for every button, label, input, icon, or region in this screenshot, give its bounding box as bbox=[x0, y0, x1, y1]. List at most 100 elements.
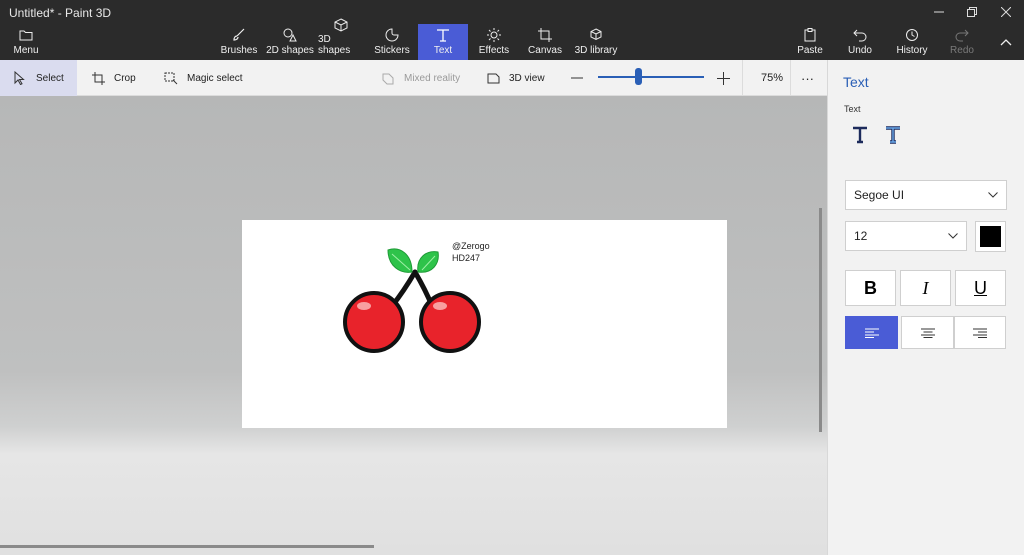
3d-view-label: 3D view bbox=[509, 72, 545, 84]
font-family-dropdown[interactable]: Segoe UI bbox=[845, 180, 1007, 210]
select-button[interactable]: Select bbox=[0, 60, 77, 96]
restore-button[interactable] bbox=[955, 0, 989, 24]
effects-button[interactable]: Effects bbox=[476, 24, 512, 60]
3d-shapes-button[interactable]: 3D shapes bbox=[318, 18, 364, 60]
history-icon bbox=[903, 27, 921, 43]
redo-label: Redo bbox=[950, 45, 974, 56]
2d-text-icon bbox=[853, 126, 867, 144]
ellipsis-icon: ··· bbox=[801, 70, 814, 86]
3d-library-button[interactable]: 3D library bbox=[574, 24, 618, 60]
magic-select-label: Magic select bbox=[187, 72, 243, 84]
font-family-value: Segoe UI bbox=[854, 188, 905, 202]
brush-icon bbox=[230, 27, 248, 43]
folder-icon bbox=[17, 27, 35, 43]
zoom-level[interactable]: 75% bbox=[761, 60, 783, 96]
underline-button[interactable]: U bbox=[955, 270, 1006, 306]
panel-subtitle: Text bbox=[844, 104, 861, 114]
collapse-ribbon-button[interactable] bbox=[994, 24, 1018, 60]
text-properties-panel: Text Text Segoe UI 12 B I U bbox=[827, 60, 1024, 555]
italic-button[interactable]: I bbox=[900, 270, 951, 306]
2d-shapes-button[interactable]: 2D shapes bbox=[266, 24, 314, 60]
menu-button[interactable]: Menu bbox=[6, 24, 46, 60]
drawing-canvas[interactable]: @Zerogo HD247 bbox=[242, 220, 727, 428]
brushes-button[interactable]: Brushes bbox=[218, 24, 260, 60]
brushes-label: Brushes bbox=[220, 45, 258, 56]
undo-label: Undo bbox=[848, 45, 872, 56]
3d-text-button[interactable] bbox=[882, 124, 904, 146]
close-icon bbox=[1001, 7, 1011, 17]
plus-icon bbox=[717, 71, 730, 85]
2d-text-button[interactable] bbox=[849, 124, 871, 146]
crop-icon bbox=[90, 70, 106, 86]
redo-button[interactable]: Redo bbox=[948, 24, 976, 60]
magic-select-button[interactable]: Magic select bbox=[163, 60, 243, 96]
magic-select-icon bbox=[163, 70, 179, 86]
redo-icon bbox=[953, 27, 971, 43]
menu-label: Menu bbox=[13, 45, 39, 56]
chevron-down-icon bbox=[988, 192, 998, 198]
window-title: Untitled* - Paint 3D bbox=[9, 6, 112, 20]
vertical-scrollbar[interactable] bbox=[819, 208, 822, 432]
paste-button[interactable]: Paste bbox=[796, 24, 824, 60]
effects-label: Effects bbox=[478, 45, 510, 56]
align-right-button[interactable] bbox=[954, 316, 1006, 349]
sub-toolbar: Select Crop Magic select Mixed reality 3… bbox=[0, 60, 827, 96]
font-size-value: 12 bbox=[854, 229, 868, 243]
zoom-out-button[interactable] bbox=[571, 60, 583, 96]
history-label: History bbox=[896, 45, 928, 56]
undo-icon bbox=[851, 27, 869, 43]
canvas-button[interactable]: Canvas bbox=[527, 24, 563, 60]
3d-view-button[interactable]: 3D view bbox=[485, 60, 545, 96]
3d-text-icon bbox=[886, 126, 900, 144]
history-button[interactable]: History bbox=[895, 24, 929, 60]
2d-shapes-icon bbox=[281, 27, 299, 43]
panel-title: Text bbox=[843, 74, 869, 90]
align-center-button[interactable] bbox=[901, 316, 954, 349]
cursor-icon bbox=[12, 70, 28, 86]
mixed-reality-label: Mixed reality bbox=[404, 72, 461, 84]
stickers-label: Stickers bbox=[374, 45, 410, 56]
horizontal-scrollbar[interactable] bbox=[0, 545, 374, 548]
paste-icon bbox=[801, 27, 819, 43]
chevron-up-icon bbox=[1000, 39, 1012, 46]
font-size-dropdown[interactable]: 12 bbox=[845, 221, 967, 251]
align-right-icon bbox=[973, 328, 987, 338]
text-icon bbox=[434, 27, 452, 43]
zoom-slider-track[interactable] bbox=[598, 76, 704, 78]
color-fill bbox=[980, 226, 1001, 247]
select-label: Select bbox=[36, 72, 64, 84]
more-options-button[interactable]: ··· bbox=[801, 60, 814, 96]
crop-button[interactable]: Crop bbox=[90, 60, 136, 96]
effects-icon bbox=[485, 27, 503, 43]
minimize-button[interactable] bbox=[922, 0, 956, 24]
3d-library-label: 3D library bbox=[574, 45, 618, 56]
close-button[interactable] bbox=[989, 0, 1023, 24]
3d-view-icon bbox=[485, 70, 501, 86]
canvas-icon bbox=[536, 27, 554, 43]
crop-label: Crop bbox=[114, 72, 136, 84]
minus-icon bbox=[571, 77, 583, 79]
title-ribbon-bar: Untitled* - Paint 3D Menu Brushes 2D sha… bbox=[0, 0, 1024, 60]
cherry-drawing bbox=[343, 248, 481, 353]
align-left-icon bbox=[864, 328, 879, 338]
canvas-text-line-2[interactable]: HD247 bbox=[452, 252, 480, 264]
minimize-icon bbox=[934, 11, 944, 13]
mixed-reality-button[interactable]: Mixed reality bbox=[380, 60, 460, 96]
3d-library-icon bbox=[587, 27, 605, 43]
3d-shapes-label: 3D shapes bbox=[318, 34, 351, 56]
3d-shapes-icon bbox=[332, 18, 350, 32]
chevron-down-icon bbox=[948, 233, 958, 239]
undo-button[interactable]: Undo bbox=[846, 24, 874, 60]
stickers-button[interactable]: Stickers bbox=[372, 24, 412, 60]
text-tool-label: Text bbox=[433, 45, 453, 56]
canvas-text-line-1[interactable]: @Zerogo bbox=[452, 240, 490, 252]
text-tool-button[interactable]: Text bbox=[418, 24, 468, 60]
divider bbox=[790, 60, 791, 96]
bold-button[interactable]: B bbox=[845, 270, 896, 306]
text-color-swatch[interactable] bbox=[975, 221, 1006, 252]
align-left-button[interactable] bbox=[845, 316, 898, 349]
zoom-slider-thumb[interactable] bbox=[634, 68, 642, 85]
canvas-label: Canvas bbox=[528, 45, 562, 56]
zoom-in-button[interactable] bbox=[717, 60, 731, 96]
divider bbox=[742, 60, 743, 96]
